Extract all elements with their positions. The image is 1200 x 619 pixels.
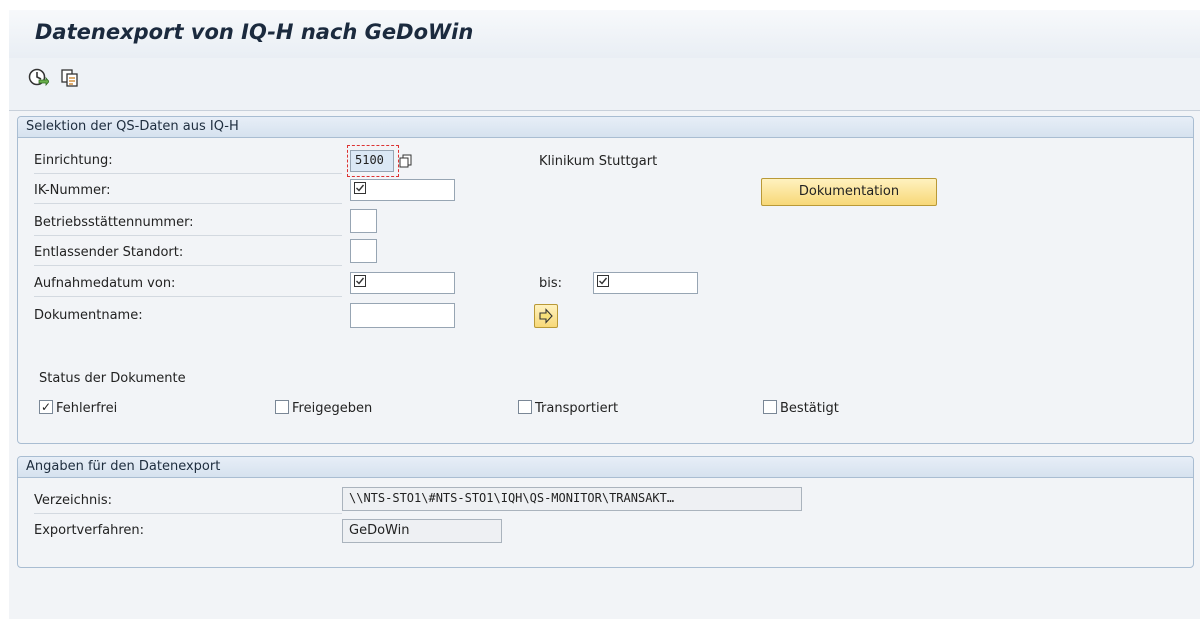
status-checkbox-bestaetigt[interactable]: Bestätigt <box>763 400 839 418</box>
required-entry-icon <box>354 182 366 194</box>
application-toolbar <box>9 58 1200 111</box>
ik-nummer-label: IK-Nummer: <box>34 179 342 204</box>
checkbox-label: Bestätigt <box>780 401 839 416</box>
einrichtung-label: Einrichtung: <box>34 149 342 174</box>
einrichtung-value: 5100 <box>355 153 384 167</box>
bis-label: bis: <box>539 276 563 291</box>
checkbox-box[interactable]: ✓ <box>39 400 53 414</box>
copy-variant-icon[interactable] <box>59 66 81 88</box>
export-group-header: Angaben für den Datenexport <box>18 457 1193 478</box>
dokumentname-input[interactable] <box>350 303 455 328</box>
exportverfahren-field[interactable]: GeDoWin <box>342 519 502 543</box>
required-entry-icon <box>597 275 609 287</box>
verzeichnis-field[interactable]: \\NTS-STO1\#NTS-STO1\IQH\QS-MONITOR\TRAN… <box>342 487 802 511</box>
status-checkbox-freigegeben[interactable]: Freigegeben <box>275 400 372 418</box>
selection-group-header: Selektion der QS-Daten aus IQ-H <box>18 117 1193 138</box>
einrichtung-description: Klinikum Stuttgart <box>539 154 658 169</box>
dokumentation-button[interactable]: Dokumentation <box>761 178 937 206</box>
verzeichnis-value: \\NTS-STO1\#NTS-STO1\IQH\QS-MONITOR\TRAN… <box>349 491 675 505</box>
ik-nummer-input[interactable] <box>350 179 455 201</box>
verzeichnis-label: Verzeichnis: <box>34 489 342 514</box>
standort-label: Entlassender Standort: <box>34 241 342 266</box>
dokumentname-label: Dokumentname: <box>34 308 143 323</box>
betriebsstaette-label: Betriebsstättennummer: <box>34 211 342 236</box>
checkbox-box[interactable] <box>518 400 532 414</box>
standort-input[interactable] <box>350 239 377 263</box>
checkbox-label: Freigegeben <box>292 401 373 416</box>
checkbox-box[interactable] <box>275 400 289 414</box>
arrow-right-icon[interactable] <box>534 304 558 328</box>
checkbox-label: Transportiert <box>535 401 619 416</box>
required-entry-icon <box>354 275 366 287</box>
value-help-icon[interactable] <box>399 154 413 168</box>
selection-group: Selektion der QS-Daten aus IQ-H Einricht… <box>17 116 1194 444</box>
aufnahmedatum-von-input[interactable] <box>350 272 455 294</box>
checkbox-label: Fehlerfrei <box>56 401 118 416</box>
status-checkbox-transportiert[interactable]: Transportiert <box>518 400 618 418</box>
page-title: Datenexport von IQ-H nach GeDoWin <box>35 20 474 44</box>
execute-clock-icon[interactable] <box>27 66 50 88</box>
title-bar: Datenexport von IQ-H nach GeDoWin <box>9 10 1200 58</box>
export-group: Angaben für den Datenexport Verzeichnis:… <box>17 456 1194 568</box>
checkbox-box[interactable] <box>763 400 777 414</box>
checkmark-icon: ✓ <box>41 400 52 414</box>
exportverfahren-value: GeDoWin <box>349 523 410 538</box>
exportverfahren-label: Exportverfahren: <box>34 523 145 538</box>
aufnahmedatum-bis-input[interactable] <box>593 272 698 294</box>
einrichtung-input[interactable]: 5100 <box>350 150 394 172</box>
betriebsstaette-input[interactable] <box>350 209 377 233</box>
status-checkbox-fehlerfrei[interactable]: ✓ Fehlerfrei <box>39 400 117 418</box>
sap-window: Datenexport von IQ-H nach GeDoWin Selekt… <box>9 10 1200 619</box>
status-title: Status der Dokumente <box>39 371 186 386</box>
aufnahmedatum-von-label: Aufnahmedatum von: <box>34 272 342 297</box>
